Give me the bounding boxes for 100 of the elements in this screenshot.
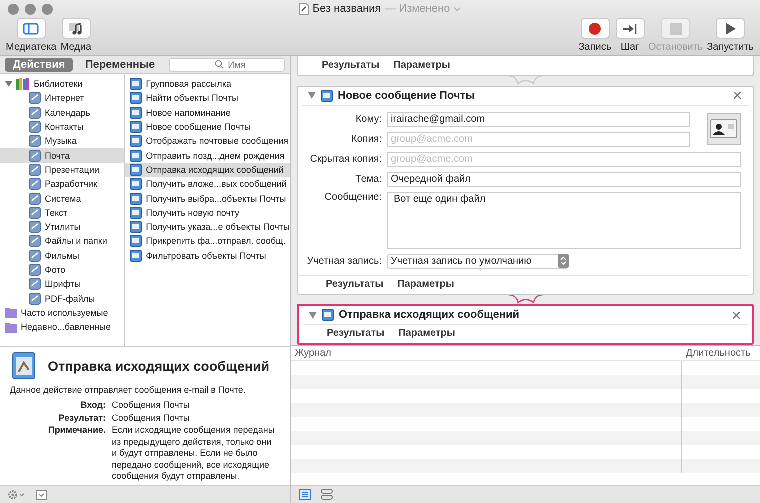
mail-action-icon [130,250,142,262]
action-item[interactable]: Новое сообщение Почты [125,120,290,134]
field-label: Кому: [354,114,382,124]
stop-icon [670,22,682,34]
folder-icon [5,322,17,333]
close-button[interactable] [8,4,19,14]
library-item[interactable]: Календарь [0,106,124,120]
chevron-down-icon[interactable] [454,6,462,12]
library-item[interactable]: Утилиты [0,220,124,234]
toolbar-button[interactable]: Медиатека [6,18,57,53]
search-field[interactable]: Имя [169,58,285,72]
input-field[interactable]: irairache@gmail.com [387,112,690,126]
field-label: Результат: [58,412,106,424]
smart-folder-item[interactable]: Часто используемые [0,306,124,320]
category-icon [29,221,41,234]
list-view-icon[interactable] [299,489,311,500]
card-tab[interactable]: Результаты [322,60,380,71]
card-tab[interactable]: Параметры [398,278,454,290]
category-icon [29,278,41,290]
mail-action-icon [130,150,142,162]
gear-icon[interactable] [8,490,26,500]
action-card[interactable] [297,86,754,294]
step-icon [622,22,638,34]
split-view-icon[interactable] [321,489,333,500]
action-item[interactable]: Отправить позд...днем рождения [125,148,290,163]
account-dropdown[interactable]: Учетная запись по умолчанию [387,254,569,268]
category-icon [29,135,41,148]
toolbar-button[interactable]: Запустить [707,18,754,53]
collapse-icon[interactable] [36,490,47,500]
field-label: Тема: [354,174,382,184]
action-item[interactable]: Фильтровать объекты Почты [125,248,290,263]
library-item[interactable]: Система [0,191,124,206]
action-item[interactable]: Отображать почтовые сообщения [125,134,290,148]
action-item[interactable]: Новое напоминание [125,106,290,120]
mail-action-icon [130,135,142,148]
library-item[interactable]: Презентации [0,162,124,178]
stepper-icon [558,254,569,268]
mail-action-icon [130,192,142,205]
library-item[interactable]: Почта [0,148,124,163]
action-item[interactable]: Получить вложе...вых сообщений [125,177,290,192]
library-item[interactable]: Файлы и папки [0,234,124,249]
library-group[interactable]: Библиотеки [0,77,124,92]
mail-action-icon [130,235,142,248]
close-icon[interactable] [733,312,740,318]
field-label: Учетная запись: [306,256,382,266]
card-title: Новое сообщение Почты [338,90,476,102]
input-field[interactable]: group@acme.com [387,132,690,146]
disclosure-icon [308,92,316,99]
books-icon [16,78,30,90]
category-icon [29,250,41,262]
field-value: Сообщения Почты [112,412,191,424]
card-tab[interactable]: Параметры [394,60,450,71]
category-icon [29,292,41,305]
library-item[interactable]: Текст [0,206,124,220]
field-label: Вход: [80,400,106,412]
library-item[interactable]: Разработчик [0,177,124,192]
action-item[interactable]: Отправка исходящих сообщений [125,162,290,178]
library-item[interactable]: PDF-файлы [0,291,124,306]
zoom-button[interactable] [42,4,53,14]
card-tab[interactable]: Параметры [398,328,456,339]
category-icon [29,192,41,205]
category-icon [29,106,41,119]
card-tab[interactable]: Результаты [327,328,385,339]
action-item[interactable]: Групповая рассылка [125,77,290,92]
description-title: Отправка исходящих сообщений [48,358,270,374]
column-header[interactable]: Длительность [682,348,760,358]
category-icon [29,178,41,190]
close-icon[interactable] [734,92,741,99]
mail-action-icon [130,206,142,219]
mail-action-icon [130,221,142,234]
mail-action-icon [130,92,142,104]
library-item[interactable]: Интернет [0,91,124,106]
action-card[interactable]: Отправка исходящих сообщений Результаты Параметры [297,304,754,345]
address-book-button[interactable] [707,113,741,145]
minimize-button[interactable] [25,4,36,14]
category-icon [29,235,41,248]
action-item[interactable]: Получить выбра...объекты Почты [125,191,290,206]
input-field[interactable]: Очередной файл [387,172,741,186]
category-icon [29,92,41,104]
category-icon [29,264,41,276]
library-item[interactable]: Фото [0,262,124,278]
library-item[interactable]: Фильмы [0,248,124,263]
search-icon [215,60,224,68]
column-header[interactable]: Журнал [291,348,682,358]
card-tab[interactable]: Результаты [326,278,384,290]
library-item[interactable]: Шрифты [0,277,124,292]
smart-folder-item[interactable]: Недавно...бавленные [0,320,124,334]
disclosure-icon [5,80,13,88]
message-field[interactable]: Вот еще один файл [387,192,741,248]
action-item[interactable]: Прикрепить фа...отправл. сообщ. [125,234,290,249]
document-icon [298,3,309,15]
library-item[interactable]: Музыка [0,134,124,148]
tab[interactable]: Переменные [77,58,164,72]
tab[interactable]: Действия [5,58,74,72]
action-item[interactable]: Найти объекты Почты [125,91,290,106]
action-item[interactable]: Получить новую почту [125,206,290,220]
field-value: Сообщения Почты [112,400,191,412]
action-item[interactable]: Получить указа...е объекты Почты [125,220,290,234]
input-field[interactable]: group@acme.com [387,152,741,166]
library-item[interactable]: Контакты [0,120,124,134]
